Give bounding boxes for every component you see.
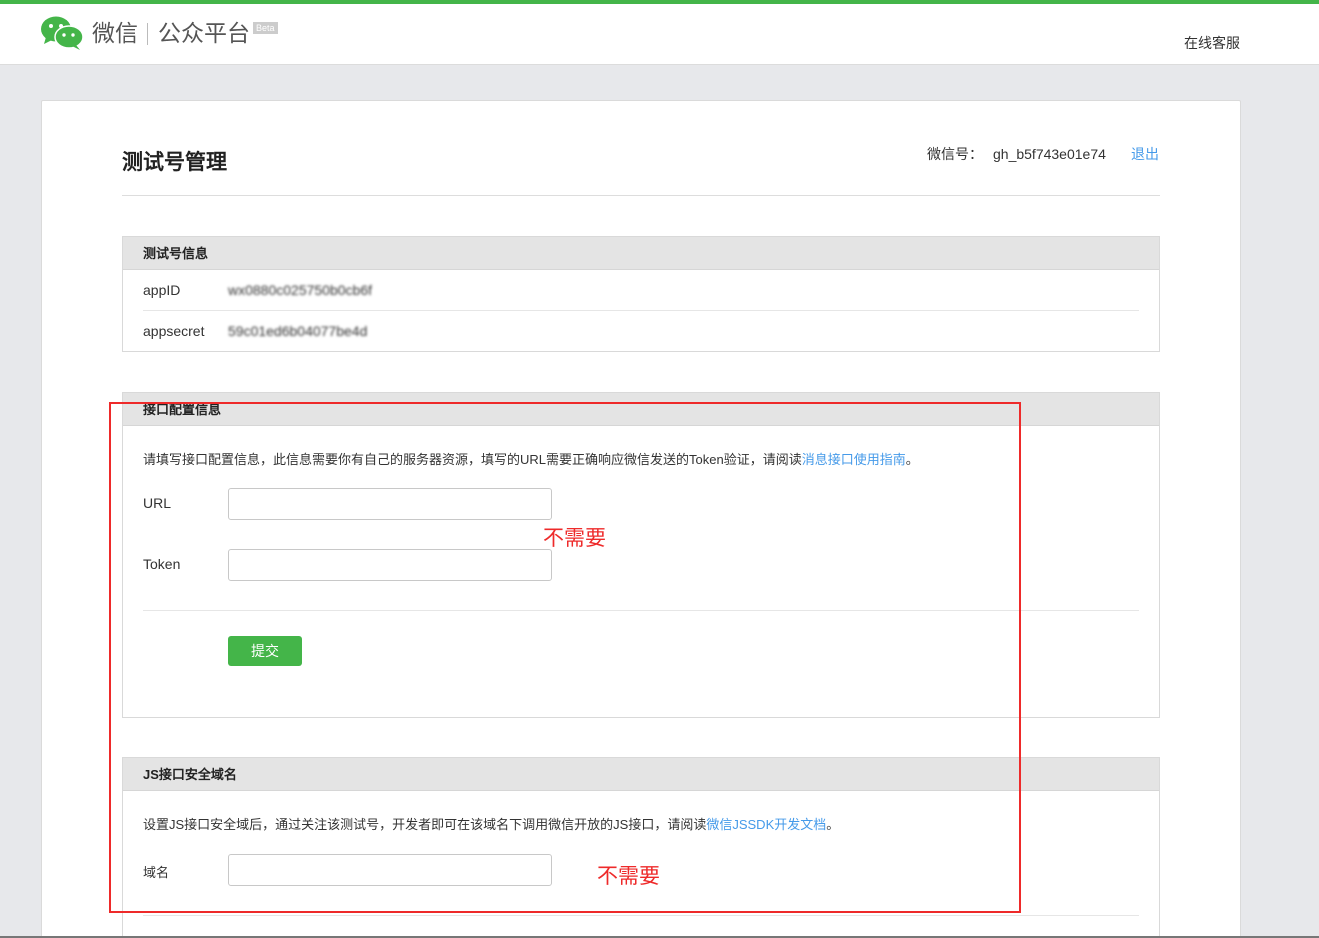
appid-label: appID [143, 282, 181, 298]
annotation-note-2: 不需要 [597, 865, 660, 888]
account-label: 微信号： [927, 146, 983, 162]
brand-divider [147, 23, 148, 45]
top-header: 微信 公众平台 Beta 在线客服 [0, 4, 1319, 65]
annotation-note-1: 不需要 [543, 527, 606, 550]
account-id: gh_b5f743e01e74 [993, 146, 1106, 162]
form-divider [143, 915, 1139, 916]
panel-heading: 测试号信息 [123, 237, 1159, 270]
wechat-logo-icon [41, 16, 84, 50]
appsecret-row: appsecret 59c01ed6b04077be4d [143, 310, 1139, 350]
appsecret-label: appsecret [143, 323, 205, 339]
brand-subtitle: 公众平台 [158, 20, 250, 46]
test-account-panel: 测试号信息 appID wx0880c025750b0cb6f appsecre… [122, 236, 1160, 352]
brand-name: 微信 [92, 20, 138, 46]
logout-link[interactable]: 退出 [1131, 144, 1159, 164]
appid-row: appID wx0880c025750b0cb6f [143, 270, 1139, 310]
page-title: 测试号管理 [122, 151, 227, 174]
title-divider [122, 195, 1160, 196]
annotation-red-box [109, 402, 1021, 913]
online-service-link[interactable]: 在线客服 [1184, 33, 1240, 53]
appid-value: wx0880c025750b0cb6f [228, 282, 373, 298]
appsecret-value: 59c01ed6b04077be4d [228, 323, 368, 339]
account-info: 微信号： gh_b5f743e01e74 [927, 144, 1106, 164]
beta-badge: Beta [253, 22, 278, 34]
